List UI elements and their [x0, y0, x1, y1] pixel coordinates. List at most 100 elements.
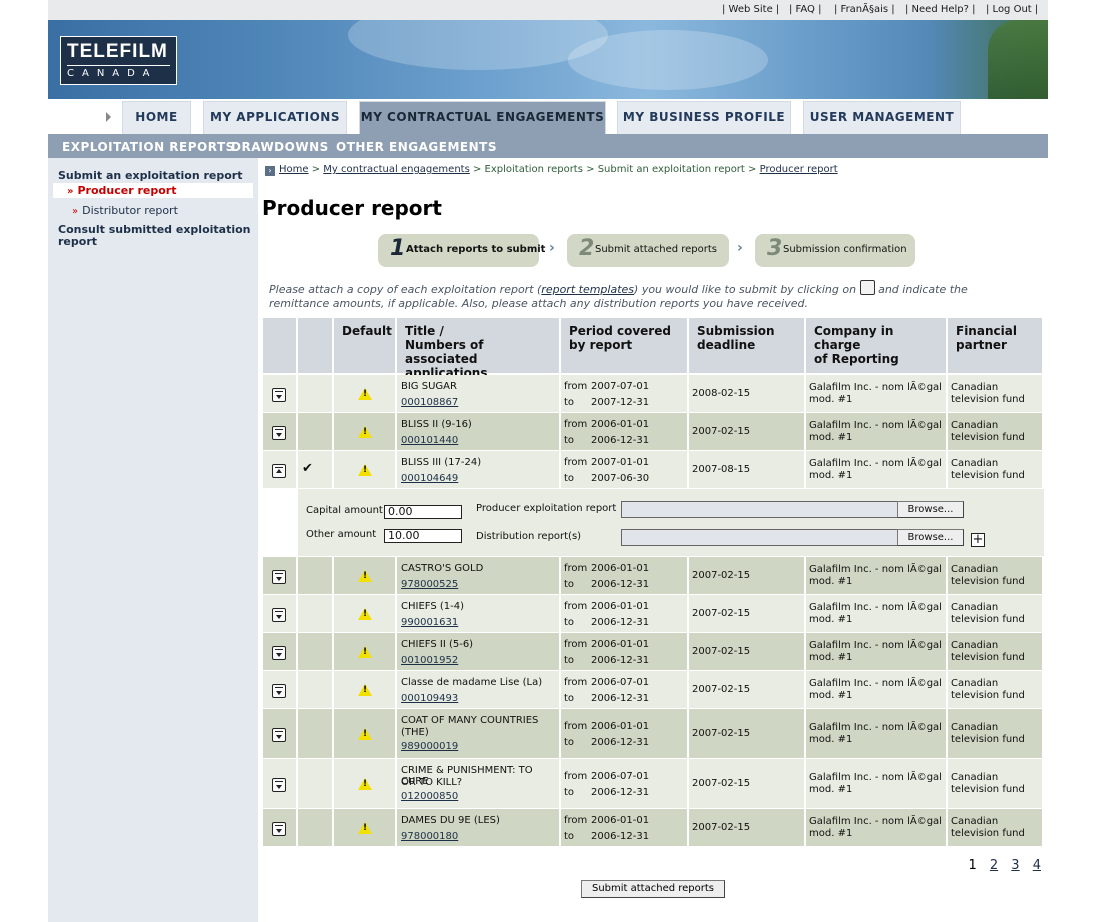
distribution-report-file-field[interactable]: [621, 529, 898, 546]
upload-icon[interactable]: [272, 463, 286, 478]
tab-my-applications[interactable]: MY APPLICATIONS: [203, 101, 347, 134]
company-line1: Galafilm Inc. - nom lÃ©gal: [809, 639, 942, 651]
application-link[interactable]: 000108867: [401, 397, 458, 408]
application-link[interactable]: 000109493: [401, 693, 458, 704]
table-cell: Galafilm Inc. - nom lÃ©gal mod. #1: [806, 451, 946, 488]
faq-link[interactable]: | FAQ |: [789, 4, 821, 15]
table-cell: !: [334, 595, 395, 632]
partner-line1: Canadian: [951, 677, 999, 689]
download-icon[interactable]: [272, 683, 286, 698]
warning-icon: !: [358, 607, 372, 620]
telefilm-logo[interactable]: TELEFILM CANADA: [60, 36, 177, 85]
sidebar-item-distributor-report[interactable]: » Distributor report: [72, 204, 178, 217]
breadcrumb-separator: >: [469, 164, 485, 175]
capital-amount-input[interactable]: 0.00: [384, 505, 462, 519]
breadcrumb-producer[interactable]: Producer report: [760, 164, 838, 175]
header-banner: TELEFILM CANADA: [48, 20, 1048, 99]
download-icon[interactable]: [272, 645, 286, 660]
breadcrumb-arrow-icon: ›: [265, 166, 275, 176]
subnav-other-engagements[interactable]: OTHER ENGAGEMENTS: [336, 140, 497, 154]
application-link[interactable]: 001001952: [401, 655, 458, 666]
table-cell: [298, 809, 332, 846]
download-icon[interactable]: [272, 727, 286, 742]
from-label: from: [564, 456, 588, 468]
header-label: Default: [342, 324, 392, 338]
page-link-2[interactable]: 2: [990, 858, 998, 873]
download-icon[interactable]: [272, 607, 286, 622]
period-to: 2006-12-31: [591, 434, 650, 446]
web-site-link[interactable]: | Web Site |: [722, 4, 779, 15]
tab-my-contractual-engagements[interactable]: MY CONTRACTUAL ENGAGEMENTS: [359, 101, 606, 134]
tab-my-business-profile[interactable]: MY BUSINESS PROFILE: [617, 101, 791, 134]
logout-link[interactable]: | Log Out |: [986, 4, 1038, 15]
breadcrumb-home[interactable]: Home: [279, 164, 309, 175]
sidebar-submit-heading[interactable]: Submit an exploitation report: [58, 169, 243, 182]
row-title: DAMES DU 9E (LES): [401, 814, 500, 826]
step-number: 1: [390, 236, 406, 261]
company-line1: Galafilm Inc. - nom lÃ©gal: [809, 601, 942, 613]
table-cell: Canadian television fund: [948, 375, 1042, 412]
sidebar-consult-line2[interactable]: report: [58, 235, 97, 248]
download-icon[interactable]: [272, 387, 286, 402]
tab-user-management[interactable]: USER MANAGEMENT: [803, 101, 961, 134]
subnav-drawdowns[interactable]: DRAWDOWNS: [231, 140, 329, 154]
table-cell: [298, 759, 332, 808]
subnav-exploitation-reports[interactable]: EXPLOITATION REPORTS: [62, 140, 235, 154]
page-link-4[interactable]: 4: [1033, 858, 1041, 873]
download-icon[interactable]: [272, 569, 286, 584]
period-to: 2006-12-31: [591, 654, 650, 666]
language-link[interactable]: | FranÃ§ais |: [834, 4, 895, 15]
producer-report-browse-button[interactable]: Browse...: [897, 501, 964, 518]
table-cell: from 2006-01-01 to 2006-12-31: [561, 595, 687, 632]
download-icon[interactable]: [272, 425, 286, 440]
breadcrumb-contractual[interactable]: My contractual engagements: [323, 164, 470, 175]
application-link[interactable]: 989000019: [401, 741, 458, 752]
row-title: BLISS III (17-24): [401, 456, 482, 468]
report-templates-link[interactable]: report templates: [541, 283, 634, 296]
partner-line1: Canadian: [951, 771, 999, 783]
application-link[interactable]: 000101440: [401, 435, 458, 446]
table-cell: 2008-02-15: [689, 375, 804, 412]
warning-glyph: !: [363, 570, 368, 581]
download-icon[interactable]: [272, 777, 286, 792]
warning-icon: !: [358, 727, 372, 740]
period-from: 2006-07-01: [591, 770, 650, 782]
table-cell: from 2006-01-01 to 2006-12-31: [561, 413, 687, 450]
table-cell: !: [334, 413, 395, 450]
application-link[interactable]: 978000180: [401, 831, 458, 842]
tab-home[interactable]: HOME: [122, 101, 191, 134]
distribution-report-browse-button[interactable]: Browse...: [897, 529, 964, 546]
table-cell: CHIEFS (1-4) 990001631: [397, 595, 559, 632]
submission-deadline: 2007-02-15: [692, 425, 751, 437]
warning-icon: !: [358, 463, 372, 476]
submission-deadline: 2007-02-15: [692, 683, 751, 695]
submit-attached-reports-button[interactable]: Submit attached reports: [581, 880, 725, 898]
application-link[interactable]: 012000850: [401, 791, 458, 802]
table-cell: BLISS II (9-16) 000101440: [397, 413, 559, 450]
sidebar-item-producer-report[interactable]: » Producer report: [53, 183, 253, 198]
partner-line2: television fund: [951, 733, 1025, 745]
company-line1: Galafilm Inc. - nom lÃ©gal: [809, 419, 942, 431]
sub-nav: EXPLOITATION REPORTS DRAWDOWNS OTHER ENG…: [48, 136, 1048, 158]
to-label: to: [564, 578, 575, 590]
table-cell: [298, 671, 332, 708]
table-cell: from 2006-01-01 to 2006-12-31: [561, 557, 687, 594]
add-report-plus-icon[interactable]: +: [971, 533, 985, 547]
logo-divider: [67, 65, 170, 66]
table-cell: from 2006-01-01 to 2006-12-31: [561, 809, 687, 846]
other-amount-input[interactable]: 10.00: [384, 529, 462, 543]
to-label: to: [564, 396, 575, 408]
application-link[interactable]: 000104649: [401, 473, 458, 484]
producer-report-file-field[interactable]: [621, 501, 898, 518]
company-line1: Galafilm Inc. - nom lÃ©gal: [809, 563, 942, 575]
warning-glyph: !: [363, 464, 368, 475]
sidebar: Submit an exploitation report » Producer …: [48, 158, 258, 922]
application-link[interactable]: 978000525: [401, 579, 458, 590]
sidebar-item-label: Distributor report: [82, 204, 178, 217]
page-current: 1: [968, 858, 977, 873]
page-link-3[interactable]: 3: [1011, 858, 1019, 873]
table-cell: Canadian television fund: [948, 633, 1042, 670]
help-link[interactable]: | Need Help? |: [905, 4, 976, 15]
download-icon[interactable]: [272, 821, 286, 836]
application-link[interactable]: 990001631: [401, 617, 458, 628]
